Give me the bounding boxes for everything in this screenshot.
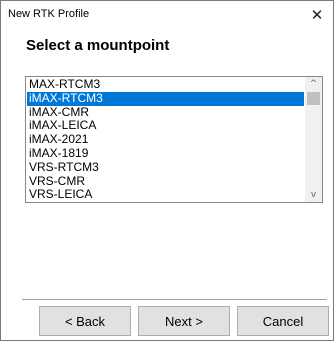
mountpoint-items: MAX-RTCM3 iMAX-RTCM3 iMAX-CMR iMAX-LEICA… (27, 77, 304, 202)
list-item-mountpoint[interactable]: iMAX-1819 (27, 146, 304, 161)
dialog-window: New RTK Profile ✕ Select a mountpoint MA… (0, 0, 334, 341)
list-item-mountpoint[interactable]: MAX-RTCM3 (27, 77, 304, 92)
title-bar: New RTK Profile ✕ (1, 1, 333, 29)
list-item-mountpoint[interactable]: iMAX-LEICA (27, 119, 304, 133)
vertical-scrollbar[interactable]: ^ v (305, 77, 322, 202)
list-item-mountpoint[interactable]: VRS-CMR (27, 174, 304, 189)
mountpoint-list[interactable]: MAX-RTCM3 iMAX-RTCM3 iMAX-CMR iMAX-LEICA… (25, 76, 323, 203)
next-button[interactable]: Next > (138, 306, 230, 336)
cancel-button[interactable]: Cancel (237, 306, 329, 336)
list-item-mountpoint[interactable]: iMAX-2021 (27, 132, 304, 147)
list-item-mountpoint[interactable]: iMAX-RTCM3 (27, 91, 304, 106)
list-item-mountpoint[interactable]: iMAX-CMR (27, 105, 304, 120)
window-title: New RTK Profile (8, 8, 90, 20)
list-item-mountpoint[interactable]: VRS-LEICA (27, 188, 304, 202)
scroll-up-icon[interactable]: ^ (305, 77, 322, 91)
back-button[interactable]: < Back (39, 306, 131, 336)
scroll-down-icon[interactable]: v (305, 188, 322, 202)
close-icon[interactable]: ✕ (307, 5, 327, 25)
list-item-mountpoint[interactable]: VRS-RTCM3 (27, 160, 304, 175)
footer-divider (22, 299, 327, 300)
page-heading: Select a mountpoint (26, 37, 170, 54)
scrollbar-thumb[interactable] (307, 92, 320, 105)
